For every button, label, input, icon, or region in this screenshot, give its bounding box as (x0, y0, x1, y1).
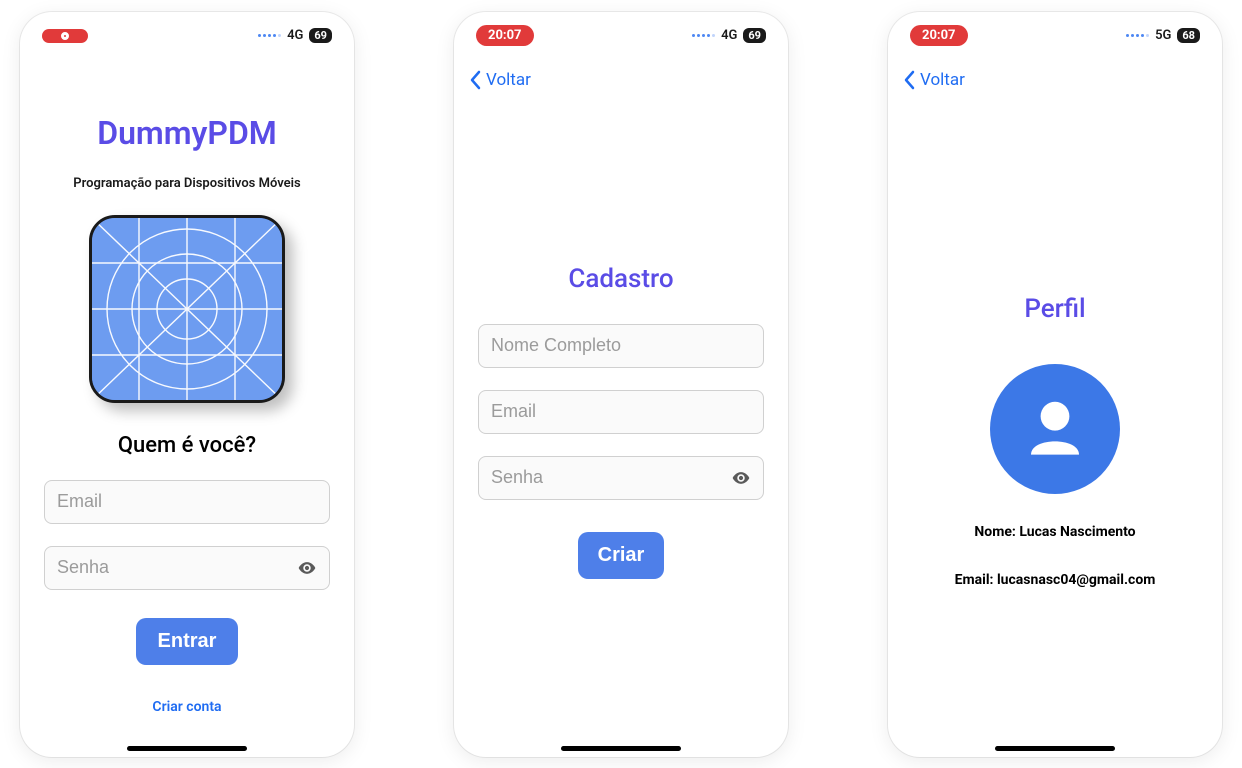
email-field-wrapper (478, 390, 764, 434)
status-right: 5G 68 (1126, 28, 1200, 43)
chevron-left-icon (468, 70, 482, 90)
name-input[interactable] (491, 335, 751, 356)
home-indicator[interactable] (127, 746, 247, 751)
name-field-wrapper (478, 324, 764, 368)
time-pill: 20:07 (476, 25, 534, 46)
signal-icon (258, 34, 281, 37)
toggle-password-icon[interactable] (297, 555, 317, 581)
person-icon (1015, 389, 1095, 469)
app-title: DummyPDM (97, 114, 277, 152)
signal-icon (1126, 34, 1149, 37)
login-button[interactable]: Entrar (136, 618, 239, 665)
back-button[interactable]: Voltar (888, 60, 1222, 94)
status-bar: 20:07 4G 69 (454, 12, 788, 60)
signal-icon (692, 34, 715, 37)
network-label: 5G (1155, 28, 1171, 43)
profile-name: Nome: Lucas Nascimento (974, 524, 1135, 540)
battery-badge: 68 (1177, 28, 1200, 43)
home-indicator[interactable] (561, 746, 681, 751)
status-bar: 4G 69 (20, 12, 354, 60)
email-input[interactable] (491, 401, 751, 422)
register-screen: 20:07 4G 69 Voltar Cadastro Criar (454, 12, 788, 757)
home-indicator[interactable] (995, 746, 1115, 751)
profile-email: Email: lucasnasc04@gmail.com (955, 572, 1156, 588)
profile-screen: 20:07 5G 68 Voltar Perfil Nome: Lucas Na… (888, 12, 1222, 757)
blueprint-logo (89, 215, 285, 403)
avatar (990, 364, 1120, 494)
chevron-left-icon (902, 70, 916, 90)
password-field-wrapper (478, 456, 764, 500)
email-input[interactable] (57, 491, 317, 512)
battery-badge: 69 (743, 28, 766, 43)
create-account-link[interactable]: Criar conta (152, 699, 221, 715)
app-subtitle: Programação para Dispositivos Móveis (73, 176, 300, 191)
status-right: 4G 69 (258, 28, 332, 43)
password-input[interactable] (57, 557, 289, 578)
back-label: Voltar (486, 70, 531, 90)
login-question: Quem é você? (118, 433, 256, 458)
network-label: 4G (287, 28, 303, 43)
time-pill: 20:07 (910, 25, 968, 46)
blueprint-icon (92, 218, 282, 400)
create-button[interactable]: Criar (578, 532, 665, 579)
password-field-wrapper (44, 546, 330, 590)
toggle-password-icon[interactable] (731, 465, 751, 491)
status-right: 4G 69 (692, 28, 766, 43)
back-label: Voltar (920, 70, 965, 90)
recording-pill (42, 29, 88, 43)
status-bar: 20:07 5G 68 (888, 12, 1222, 60)
profile-title: Perfil (1024, 294, 1085, 324)
register-title: Cadastro (568, 264, 673, 294)
battery-badge: 69 (309, 28, 332, 43)
email-field-wrapper (44, 480, 330, 524)
network-label: 4G (721, 28, 737, 43)
back-button[interactable]: Voltar (454, 60, 788, 94)
password-input[interactable] (491, 467, 723, 488)
login-screen: 4G 69 DummyPDM Programação para Disposit… (20, 12, 354, 757)
